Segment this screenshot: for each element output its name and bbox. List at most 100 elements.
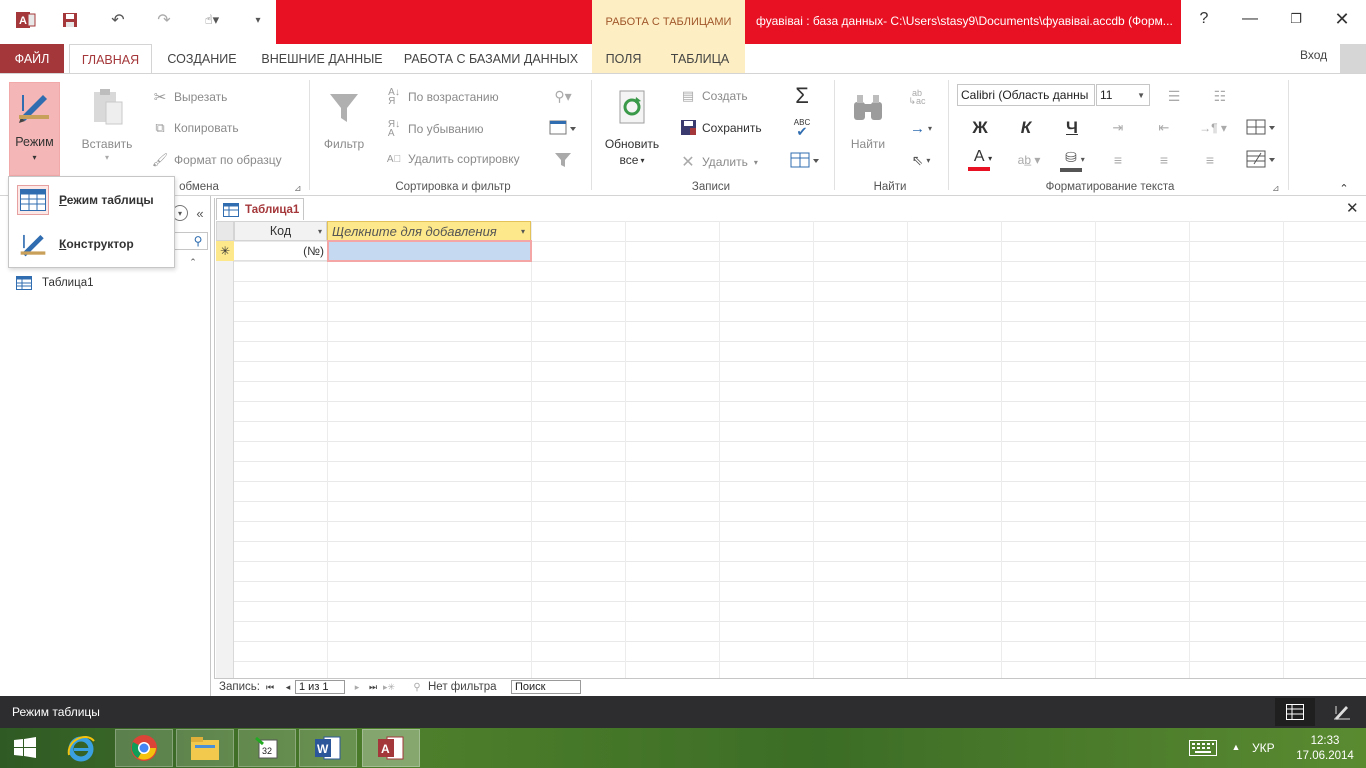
tab-fields[interactable]: ПОЛЯ — [592, 44, 655, 74]
close-document-icon[interactable]: ✕ — [1346, 199, 1359, 217]
selection-filter-icon[interactable]: ⚲▾ — [548, 86, 578, 106]
select-all-corner[interactable] — [216, 221, 234, 241]
collapse-ribbon-icon[interactable]: ⌃ — [1336, 181, 1352, 195]
paste-icon[interactable] — [88, 86, 128, 130]
customize-qat-icon[interactable]: ▾ — [244, 8, 272, 32]
align-center-icon[interactable]: ≡ — [1152, 150, 1176, 170]
next-record-icon[interactable]: ▸ — [351, 681, 363, 693]
filter-icon[interactable] — [324, 86, 364, 130]
align-left-icon[interactable]: ≡ — [1106, 150, 1130, 170]
new-record-marker[interactable]: ✳ — [216, 241, 234, 261]
datasheet-view-status-icon[interactable] — [1275, 698, 1315, 726]
gridlines-icon[interactable] — [1244, 116, 1278, 138]
save-icon[interactable] — [56, 8, 84, 32]
previous-record-icon[interactable]: ◂ — [282, 681, 294, 693]
bullets-icon[interactable]: ☰ — [1162, 86, 1186, 106]
tab-external-data[interactable]: ВНЕШНИЕ ДАННЫЕ — [256, 44, 388, 74]
search-icon[interactable]: ⚲ — [191, 234, 205, 248]
language-indicator[interactable]: УКР — [1252, 741, 1275, 755]
restore-icon[interactable]: ❐ — [1274, 6, 1318, 32]
numbering-icon[interactable]: ☷ — [1208, 86, 1232, 106]
sort-ascending-button[interactable]: A↓ Я По возрастанию — [386, 88, 498, 107]
datasheet-grid[interactable] — [216, 221, 1366, 678]
document-tab-table1[interactable]: Таблица1 — [216, 198, 304, 220]
access-app-icon[interactable]: A — [14, 8, 38, 32]
more-records-icon[interactable] — [788, 150, 822, 170]
select-cursor-icon[interactable]: ⇖ ▾ — [906, 150, 936, 170]
collapse-group-icon[interactable]: ⌃ — [186, 255, 200, 269]
tab-create[interactable]: СОЗДАНИЕ — [158, 44, 246, 74]
design-view-status-icon[interactable] — [1322, 698, 1362, 726]
chevron-down-icon[interactable]: ▾ — [521, 227, 525, 236]
current-record-field[interactable]: 1 из 1 — [295, 680, 345, 694]
collapse-nav-icon[interactable]: « — [192, 205, 208, 221]
filter-label[interactable]: Фильтр — [316, 137, 372, 151]
new-empty-record-icon[interactable]: ▸✳ — [382, 681, 396, 693]
cut-button[interactable]: ✂ Вырезать — [152, 88, 228, 106]
underline-button[interactable]: Ч — [1060, 116, 1084, 140]
chrome-icon[interactable] — [115, 729, 173, 767]
tab-home[interactable]: ГЛАВНАЯ — [69, 44, 152, 75]
tab-table[interactable]: ТАБЛИЦА — [655, 44, 745, 74]
decrease-indent-icon[interactable]: ⇤ — [1152, 118, 1176, 138]
dialog-launcher-icon[interactable]: ⊿ — [1272, 183, 1280, 194]
menu-item-datasheet-view[interactable]: Режим таблицы — [9, 180, 174, 220]
sign-in-link[interactable]: Вход — [1300, 48, 1327, 62]
italic-button[interactable]: К — [1014, 116, 1038, 140]
record-search-input[interactable]: Поиск — [511, 680, 581, 694]
tab-database-tools[interactable]: РАБОТА С БАЗАМИ ДАННЫХ — [398, 44, 584, 74]
chevron-down-icon[interactable]: ▾ — [318, 227, 322, 236]
close-icon[interactable]: ✕ — [1320, 6, 1364, 32]
windows-start-icon[interactable] — [0, 729, 50, 767]
new-record-button[interactable]: ▤ Создать — [680, 88, 748, 104]
record-selector-column[interactable] — [216, 221, 234, 678]
minimize-icon[interactable]: — — [1228, 6, 1272, 32]
paste-label[interactable]: Вставить — [76, 137, 138, 151]
file-explorer-icon[interactable] — [176, 729, 234, 767]
undo-icon[interactable]: ↶ — [104, 8, 132, 32]
totals-sigma-icon[interactable]: Σ — [790, 83, 814, 108]
bold-button[interactable]: Ж — [968, 116, 992, 140]
alternate-row-color-icon[interactable] — [1244, 148, 1278, 170]
delete-record-button[interactable]: ✕ Удалить ▾ — [680, 152, 758, 172]
binoculars-icon[interactable] — [848, 86, 888, 130]
tab-file[interactable]: ФАЙЛ — [0, 44, 64, 74]
paragraph-direction-icon[interactable]: →¶ ▾ — [1196, 118, 1230, 138]
save-record-button[interactable]: Сохранить — [680, 120, 762, 135]
align-right-icon[interactable]: ≡ — [1198, 150, 1222, 170]
refresh-all-label-2[interactable]: все ▾ — [600, 153, 664, 167]
view-mode-button[interactable]: Режим ▾ — [9, 82, 60, 176]
touch-mode-icon[interactable]: ☝▾ — [198, 8, 226, 32]
copy-button[interactable]: ⧉ Копировать — [152, 120, 238, 136]
system-clock[interactable]: 12:33 17.06.2014 — [1290, 734, 1360, 764]
replace-icon[interactable]: ab ↳ac — [904, 86, 930, 108]
font-color-icon[interactable]: A ▾ — [966, 148, 1000, 172]
table-cell-new-field[interactable] — [327, 240, 532, 262]
find-label[interactable]: Найти — [840, 137, 896, 151]
increase-indent-icon[interactable]: ⇥ — [1106, 118, 1130, 138]
access-taskbar-icon[interactable]: A — [362, 729, 420, 767]
refresh-icon[interactable] — [612, 86, 652, 130]
avatar[interactable] — [1340, 44, 1366, 74]
help-icon[interactable]: ? — [1182, 6, 1226, 32]
table-cell-kod[interactable]: (№) — [234, 241, 327, 261]
column-header-kod[interactable]: Код ▾ — [234, 221, 327, 241]
fill-color-icon[interactable]: ⛁ ▾ — [1058, 148, 1092, 172]
go-to-icon[interactable]: → ▾ — [906, 118, 936, 138]
internet-explorer-icon[interactable] — [52, 729, 110, 767]
highlight-color-icon[interactable]: ab̲ ▾ — [1012, 148, 1046, 172]
last-record-icon[interactable]: ⏭ — [367, 681, 379, 693]
dialog-launcher-icon[interactable]: ⊿ — [294, 183, 302, 194]
font-size-combo[interactable]: 11 ▼ — [1096, 84, 1150, 106]
show-hidden-icons-chevron[interactable]: ▲ — [1230, 740, 1242, 754]
filter-status[interactable]: Нет фильтра — [428, 681, 497, 693]
redo-icon[interactable]: ↷ — [150, 8, 178, 32]
nav-search-input[interactable]: ⚲ — [174, 232, 208, 250]
advanced-filter-icon[interactable] — [548, 118, 578, 138]
keyboard-icon[interactable] — [1188, 737, 1218, 759]
nav-item-table1[interactable]: Таблица1 — [16, 276, 94, 290]
toggle-filter-icon[interactable] — [548, 150, 578, 170]
spelling-icon[interactable]: ABC ✔ — [788, 114, 816, 140]
app-32-icon[interactable]: 32 — [238, 729, 296, 767]
sort-descending-button[interactable]: Я↓ А По убыванию — [386, 120, 484, 139]
